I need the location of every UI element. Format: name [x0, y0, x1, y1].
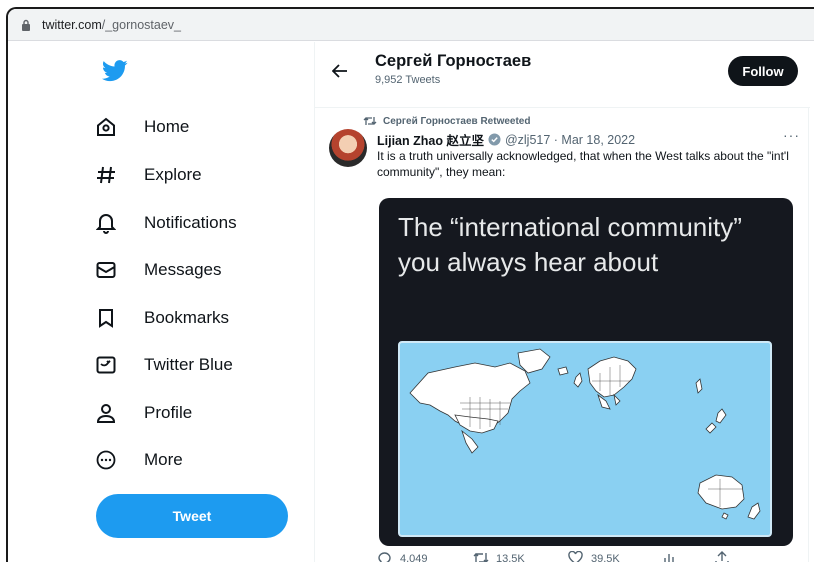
- sidebar-item-messages[interactable]: Messages: [94, 250, 221, 290]
- like-count: 39.5K: [591, 552, 620, 562]
- retweet-button[interactable]: 13.5K: [473, 551, 525, 562]
- profile-header: Сергей Горностаев 9,952 Tweets Follow: [315, 42, 810, 108]
- bell-icon: [94, 211, 118, 235]
- retweet-context: Сергей Горностаев Retweeted: [363, 115, 530, 127]
- reply-count: 4,049: [400, 552, 428, 562]
- sidebar-item-twitter-blue[interactable]: Twitter Blue: [94, 345, 233, 385]
- analytics-icon: [663, 551, 678, 562]
- author-handle-date[interactable]: @zlj517 · Mar 18, 2022: [505, 133, 635, 147]
- sidebar-item-more[interactable]: More: [94, 440, 183, 480]
- lock-icon: [18, 17, 34, 33]
- main-column: Сергей Горностаев 9,952 Tweets Follow Се…: [314, 42, 810, 562]
- tweet-author: Lijian Zhao 赵立坚 @zlj517 · Mar 18, 2022: [377, 130, 635, 149]
- author-name[interactable]: Lijian Zhao 赵立坚: [377, 130, 484, 149]
- sidebar-item-label: More: [144, 450, 183, 469]
- url-path: /_gornostaev_: [101, 17, 181, 32]
- tweet[interactable]: Сергей Горностаев Retweeted Lijian Zhao …: [315, 109, 810, 562]
- sidebar-item-home[interactable]: Home: [94, 107, 189, 147]
- bookmark-icon: [94, 306, 118, 330]
- avatar[interactable]: [329, 129, 367, 167]
- sidebar-item-label: Profile: [144, 403, 193, 422]
- person-icon: [94, 401, 118, 425]
- profile-name: Сергей Горностаев: [375, 52, 532, 70]
- retweet-icon: [363, 115, 377, 127]
- reply-icon: [377, 551, 392, 562]
- tweet-image[interactable]: The “international community” you always…: [379, 198, 793, 546]
- sidebar-item-label: Notifications: [144, 213, 237, 232]
- share-button[interactable]: [715, 551, 738, 562]
- share-icon: [715, 551, 730, 562]
- twitter-logo-icon[interactable]: [102, 60, 128, 82]
- sidebar-item-label: Bookmarks: [144, 308, 230, 327]
- sidebar-item-bookmarks[interactable]: Bookmarks: [94, 298, 229, 338]
- sidebar-item-label: Home: [144, 117, 190, 136]
- verified-badge-icon: [488, 133, 501, 146]
- retweet-icon: [473, 551, 489, 562]
- heart-icon: [568, 550, 583, 562]
- home-icon: [94, 115, 118, 139]
- sidebar-item-label: Messages: [144, 260, 222, 279]
- reply-button[interactable]: 4,049: [377, 551, 428, 562]
- like-button[interactable]: 39.5K: [568, 550, 620, 562]
- more-options-icon[interactable]: ···: [783, 127, 800, 143]
- tweet-actions: 4,049 13.5K 39.5K: [377, 550, 797, 562]
- hashtag-icon: [94, 163, 118, 187]
- browser-window: twitter.com /_gornostaev_ Home Explore N…: [6, 7, 814, 562]
- image-caption: The “international community” you always…: [398, 212, 742, 277]
- retweet-count: 13.5K: [496, 552, 525, 562]
- tweet-count: 9,952 Tweets: [375, 74, 441, 86]
- retweeted-by-text: Сергей Горностаев Retweeted: [383, 115, 531, 127]
- address-bar[interactable]: twitter.com /_gornostaev_: [8, 9, 814, 41]
- sidebar: Home Explore Notifications Messages Book…: [8, 42, 314, 562]
- back-arrow-icon[interactable]: [329, 60, 351, 82]
- tweet-text: It is a truth universally acknowledged, …: [377, 149, 789, 179]
- analytics-button[interactable]: [663, 551, 686, 562]
- sidebar-item-notifications[interactable]: Notifications: [94, 203, 237, 243]
- twitter-blue-icon: [94, 353, 118, 377]
- follow-button[interactable]: Follow: [728, 56, 798, 86]
- sidebar-item-label: Explore: [144, 165, 202, 184]
- url-domain: twitter.com: [42, 17, 102, 32]
- world-map-image: [398, 341, 772, 537]
- more-circle-icon: [94, 448, 118, 472]
- sidebar-item-profile[interactable]: Profile: [94, 393, 192, 433]
- envelope-icon: [94, 258, 118, 282]
- sidebar-item-label: Twitter Blue: [144, 355, 233, 374]
- tweet-button[interactable]: Tweet: [96, 494, 288, 538]
- sidebar-item-explore[interactable]: Explore: [94, 155, 202, 195]
